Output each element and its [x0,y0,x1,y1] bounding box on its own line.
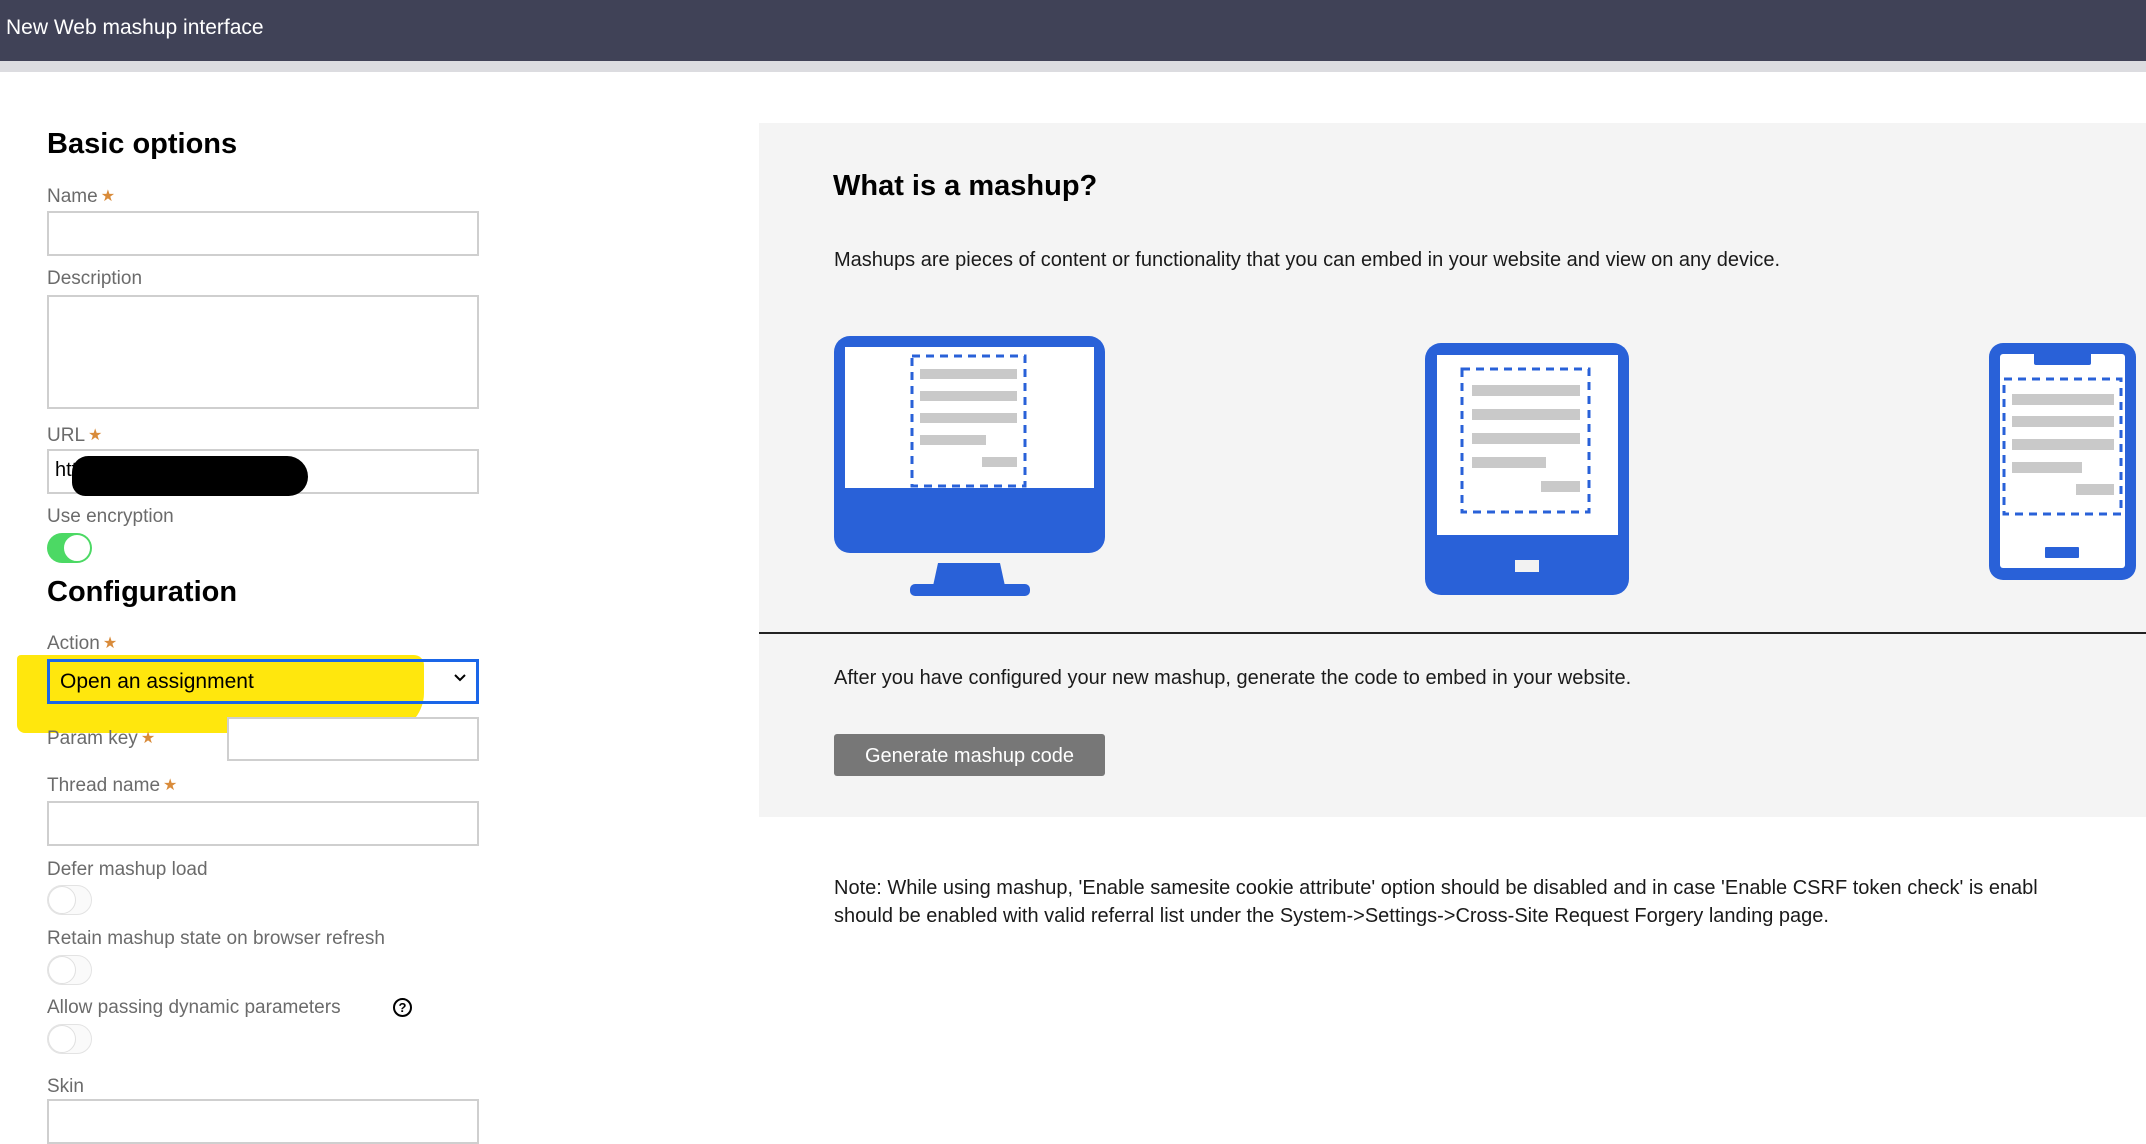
defer-mashup-load-toggle[interactable] [47,885,92,915]
description-label: Description [47,268,143,289]
chevron-down-icon [454,674,466,682]
required-star-icon: ★ [102,635,118,652]
panel-divider [759,632,2146,634]
samesite-csrf-note: Note: While using mashup, 'Enable samesi… [834,874,2146,930]
skin-input[interactable] [47,1099,479,1144]
required-star-icon: ★ [100,188,116,205]
allow-dynamic-params-toggle[interactable] [47,1024,92,1054]
allow-dynamic-params-label: Allow passing dynamic parameters [47,997,341,1018]
toggle-knob [48,956,76,984]
title-bar-separator [0,61,2146,72]
thread-name-label-text: Thread name [47,775,161,796]
retain-state-label: Retain mashup state on browser refresh [47,928,385,949]
url-label: URL ★ [47,425,102,447]
use-encryption-toggle[interactable] [47,533,92,563]
question-circle-icon[interactable]: ? [393,998,412,1017]
action-select[interactable]: Open an assignment [47,659,479,704]
generate-instructions: After you have configured your new mashu… [834,667,1632,689]
toggle-knob [63,534,91,562]
required-star-icon: ★ [88,427,103,444]
retain-state-toggle[interactable] [47,955,92,985]
redaction-mark [72,456,308,496]
param-key-input[interactable] [227,717,479,761]
mashup-info-heading: What is a mashup? [833,170,1098,202]
name-label: Name ★ [47,186,115,208]
use-encryption-label: Use encryption [47,506,174,527]
toggle-knob [48,886,76,914]
tablet-icon [1425,343,1629,595]
action-label: Action ★ [47,633,117,655]
phone-icon [1989,343,2136,580]
title-bar: New Web mashup interface [0,0,2146,61]
desktop-monitor-icon [834,336,1105,596]
description-textarea[interactable] [47,295,479,409]
note-line-2: should be enabled with valid referral li… [834,905,1829,927]
param-key-label-text: Param key [47,728,138,749]
toggle-knob [48,1025,76,1053]
defer-mashup-load-label: Defer mashup load [47,859,208,880]
note-line-1: Note: While using mashup, 'Enable samesi… [834,877,2038,899]
action-label-text: Action [47,633,100,654]
name-label-text: Name [47,186,98,207]
required-star-icon: ★ [140,730,156,747]
action-selected-value: Open an assignment [60,670,254,693]
required-star-icon: ★ [163,777,178,794]
thread-name-label: Thread name ★ [47,775,177,797]
skin-label: Skin [47,1076,84,1097]
window-title: New Web mashup interface [6,16,264,39]
name-input[interactable] [47,211,479,256]
generate-mashup-code-button[interactable]: Generate mashup code [834,734,1105,776]
basic-options-heading: Basic options [47,128,238,160]
param-key-label: Param key ★ [47,728,155,750]
thread-name-input[interactable] [47,801,479,846]
url-label-text: URL [47,425,86,446]
mashup-info-description: Mashups are pieces of content or functio… [834,249,1781,271]
configuration-heading: Configuration [47,576,238,608]
